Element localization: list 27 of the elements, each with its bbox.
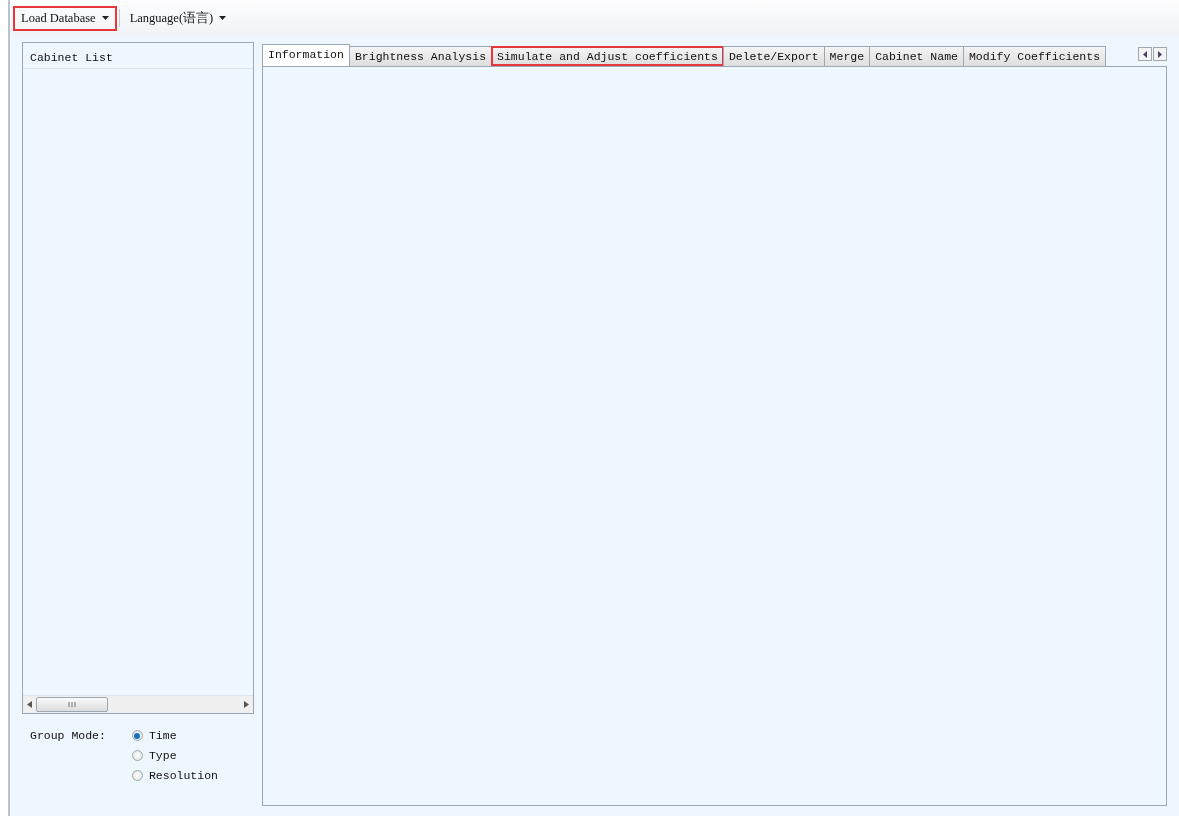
tab[interactable]: Modify Coefficients <box>962 46 1107 66</box>
tab-scroll-right-button[interactable] <box>1153 47 1167 61</box>
radio-button[interactable] <box>131 750 143 761</box>
right-arrow-icon[interactable] <box>244 701 249 708</box>
menu-dropdown[interactable]: Language(语言) <box>121 4 235 32</box>
tab-scroll-left-button[interactable] <box>1138 47 1152 61</box>
menu-dropdown[interactable]: Load Database <box>13 5 117 31</box>
caret-icon <box>219 16 227 20</box>
radio-option[interactable]: Time <box>131 729 218 742</box>
radio-button[interactable] <box>131 770 143 781</box>
group-mode-label: Group Mode: <box>30 729 106 744</box>
tab[interactable]: Simulate and Adjust coefficients <box>491 46 724 66</box>
radio-button[interactable] <box>131 730 143 741</box>
tab[interactable]: Delete/Export <box>722 46 825 66</box>
tab[interactable]: Cabinet Name <box>869 46 964 66</box>
left-arrow-icon <box>1143 50 1147 58</box>
left-arrow-icon[interactable] <box>27 701 32 708</box>
list-header: Cabinet List <box>23 43 253 69</box>
tab[interactable]: Merge <box>823 46 871 66</box>
radio-option[interactable]: Type <box>131 749 218 762</box>
tab[interactable]: Brightness Analysis <box>348 46 493 66</box>
tab[interactable]: Information <box>262 44 350 66</box>
right-arrow-icon <box>1158 50 1162 58</box>
caret-icon <box>101 16 109 20</box>
horizontal-scrollbar[interactable] <box>23 695 253 713</box>
grip-icon <box>68 702 76 707</box>
radio-option[interactable]: Resolution <box>131 769 218 782</box>
